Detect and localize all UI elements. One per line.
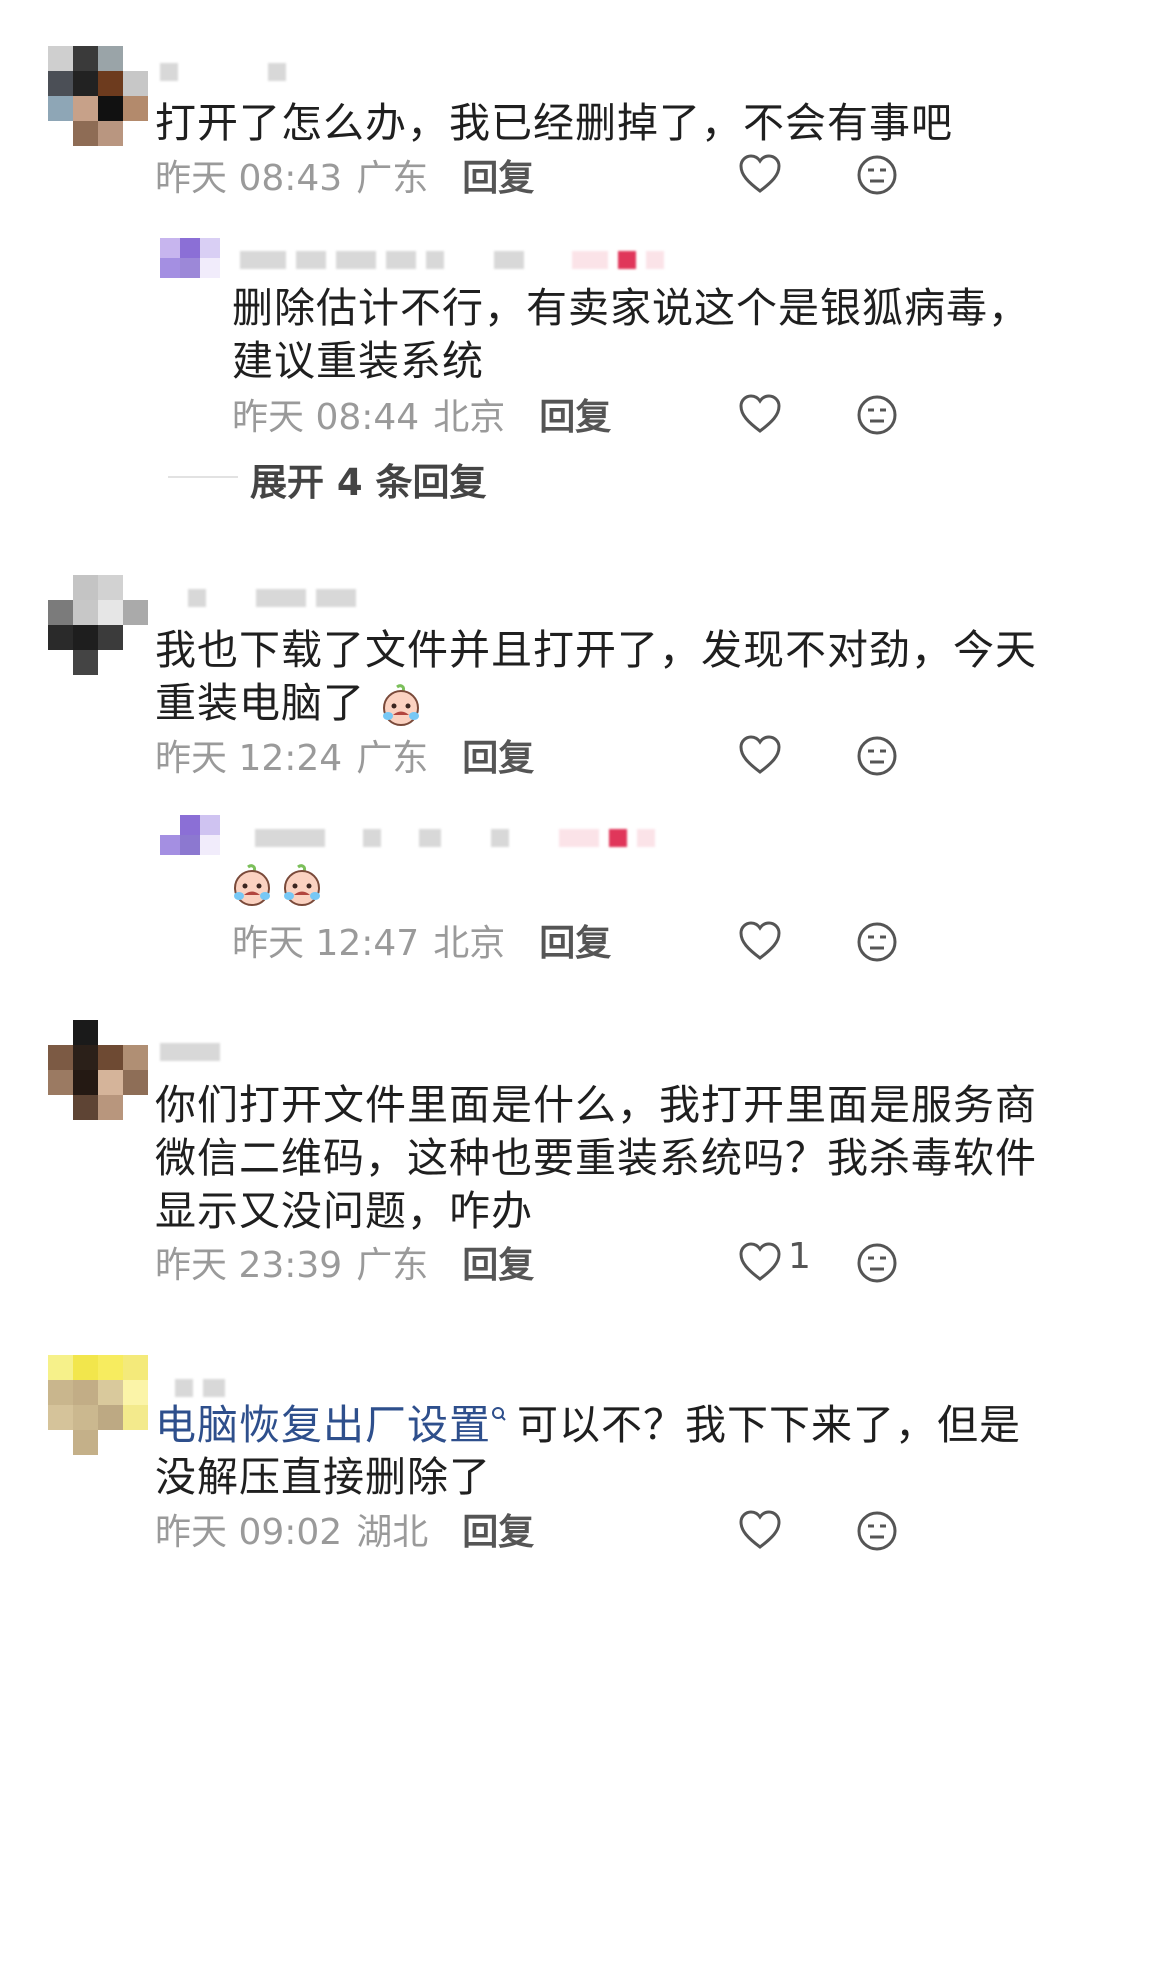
reply-meta: 昨天 12:47 北京 回复 [232,915,611,965]
crying-face-emoji [284,864,320,906]
comment-text: 打开了怎么办，我已经删掉了，不会有事吧 [155,99,953,147]
comment-meta: 昨天 08:43 广东 回复 [155,150,534,200]
neutral-face-icon[interactable] [856,921,898,963]
comment-location: 湖北 [356,1512,429,1553]
reply-text: 建议重装系统 [232,337,484,385]
like-count: 1 [788,1236,811,1277]
reply-button[interactable]: 回复 [462,1503,534,1555]
search-link[interactable]: 电脑恢复出厂设置 [155,1401,491,1449]
comment-text: 重装电脑了 [155,679,365,727]
comment-time: 昨天 12:24 [155,738,343,779]
comment-text: 没解压直接删除了 [155,1453,491,1501]
comment-meta: 昨天 12:24 广东 回复 [155,730,534,780]
heart-outline-icon[interactable] [738,394,782,434]
avatar[interactable] [48,575,148,675]
comment-time: 昨天 08:43 [155,158,343,199]
avatar[interactable] [48,1355,148,1455]
avatar[interactable] [160,238,240,278]
avatar[interactable] [48,1020,148,1120]
comment-time: 昨天 09:02 [155,1512,343,1553]
comment-meta: 昨天 23:39 广东 回复 [155,1237,534,1287]
reply-time: 昨天 08:44 [232,397,420,438]
reply-location: 北京 [433,923,506,964]
comment-location: 广东 [356,1245,429,1286]
username-blurred[interactable] [160,1032,220,1072]
reply-time: 昨天 12:47 [232,923,420,964]
reply-button[interactable]: 回复 [539,388,611,440]
reply-meta: 昨天 08:44 北京 回复 [232,389,611,439]
expand-divider [168,476,238,478]
comment-location: 广东 [356,738,429,779]
crying-face-emoji [383,684,420,726]
reply-button[interactable]: 回复 [462,149,534,201]
comment-text: 可以不？我下下来了，但是 [517,1401,1021,1449]
username-blurred[interactable] [240,240,664,280]
heart-outline-icon[interactable] [738,1242,782,1282]
neutral-face-icon[interactable] [856,394,898,436]
reply-button[interactable]: 回复 [462,1236,534,1288]
neutral-face-icon[interactable] [856,1242,898,1284]
reply-location: 北京 [433,397,506,438]
neutral-face-icon[interactable] [856,154,898,196]
heart-outline-icon[interactable] [738,735,782,775]
heart-outline-icon[interactable] [738,154,782,194]
comment-text-line2: 重装电脑了 [155,670,423,736]
username-blurred[interactable] [160,578,356,618]
reply-button[interactable]: 回复 [462,729,534,781]
heart-outline-icon[interactable] [738,921,782,961]
crying-face-emoji [234,864,270,906]
username-blurred[interactable] [255,818,655,858]
comment-time: 昨天 23:39 [155,1245,343,1286]
neutral-face-icon[interactable] [856,1510,898,1552]
avatar[interactable] [160,815,240,855]
reply-emojis [230,864,324,908]
reply-button[interactable]: 回复 [539,914,611,966]
comment-location: 广东 [356,158,429,199]
expand-replies-button[interactable]: 展开 4 条回复 [250,452,487,506]
neutral-face-icon[interactable] [856,735,898,777]
search-icon[interactable] [491,1406,507,1428]
heart-outline-icon[interactable] [738,1510,782,1550]
avatar[interactable] [48,46,148,146]
comment-meta: 昨天 09:02 湖北 回复 [155,1504,534,1554]
comment-text: 显示又没问题，咋办 [155,1187,533,1235]
username-blurred[interactable] [160,52,286,92]
